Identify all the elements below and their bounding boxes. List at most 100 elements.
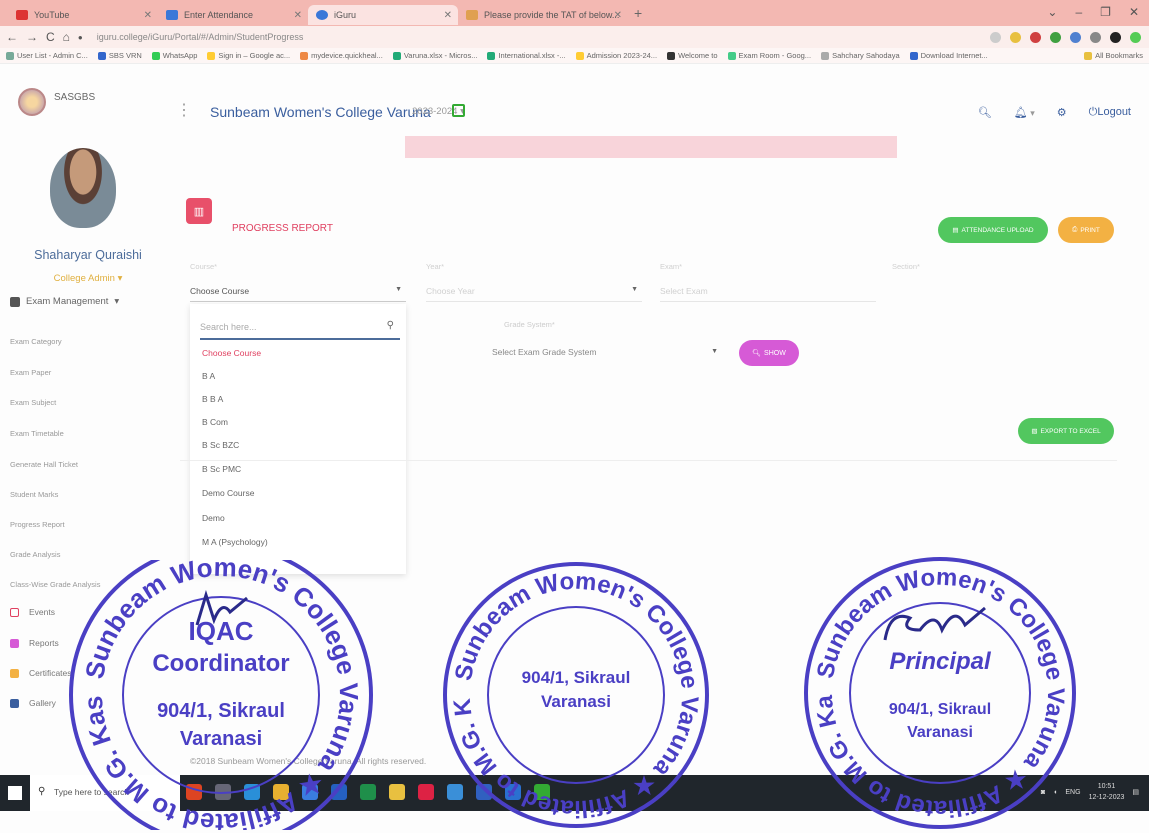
chrome-icon[interactable] <box>389 784 405 800</box>
exam-label: Exam* <box>660 262 683 271</box>
menu-toggle-icon[interactable]: ⋮ <box>176 100 192 120</box>
close-icon[interactable]: ✕ <box>614 10 622 21</box>
sidebar-item-gallery[interactable]: Gallery <box>10 698 56 708</box>
share-icon[interactable] <box>990 31 1001 43</box>
save-icon[interactable] <box>452 104 465 117</box>
clock[interactable]: 10:51 12-12-2023 <box>1089 781 1125 803</box>
bookmark-icon <box>909 51 918 60</box>
sidebar-item-exam-subject[interactable]: Exam Subject <box>10 398 56 407</box>
user-role[interactable]: College Admin ▾ <box>0 273 176 284</box>
chart-icon: ▥ <box>186 198 212 224</box>
close-icon[interactable]: ✕ <box>144 10 152 21</box>
course-select[interactable]: Choose Course ▼ <box>190 280 406 302</box>
home-icon[interactable]: ⌂ <box>63 30 70 44</box>
browser-tab-youtube[interactable]: YouTube ✕ <box>8 5 158 25</box>
course-option[interactable]: B Com <box>202 417 228 427</box>
year-label: Year* <box>426 262 445 271</box>
bookmark[interactable]: SBS VRN <box>97 51 142 60</box>
browser-tab-attendance[interactable]: Enter Attendance ✕ <box>158 5 308 25</box>
bookmark[interactable]: WhatsApp <box>151 51 197 60</box>
star-icon[interactable] <box>1010 31 1021 43</box>
search-icon[interactable]: 🔍︎ <box>978 106 992 119</box>
sidebar-item-reports[interactable]: Reports <box>10 638 59 648</box>
close-icon[interactable]: ✕ <box>444 10 452 21</box>
bookmark[interactable]: User List - Admin C... <box>6 51 88 60</box>
year-select[interactable]: Choose Year ▼ <box>426 280 642 302</box>
reload-icon[interactable]: C <box>46 30 55 44</box>
extension-icon[interactable] <box>1050 31 1061 43</box>
logout-button[interactable]: ⏻Logout <box>1089 106 1131 119</box>
stamp-line: Varanasi <box>907 724 973 741</box>
file-icon: ▤ <box>952 227 959 234</box>
sidebar-item-grade-analysis[interactable]: Grade Analysis <box>10 550 60 559</box>
browser-tab-iguru[interactable]: iGuru ✕ <box>308 5 458 25</box>
settings-gear-icon[interactable]: ⚙ <box>1057 106 1067 119</box>
principal-stamp: Sunbeam Women's College Varuna ★ Affilia… <box>800 556 1080 830</box>
bookmark[interactable]: Download Internet... <box>909 51 988 60</box>
url-field[interactable]: iguru.college/iGuru/Portal/#/Admin/Stude… <box>97 32 304 42</box>
user-name: Shaharyar Quraishi <box>34 248 142 262</box>
iguru-icon <box>316 10 328 20</box>
sidebar-item-student-marks[interactable]: Student Marks <box>10 490 58 499</box>
bookmark[interactable]: Varuna.xlsx - Micros... <box>392 51 477 60</box>
stamp-line: Varanasi <box>541 692 611 711</box>
exam-icon <box>10 296 20 307</box>
sidebar-item-exam-timetable[interactable]: Exam Timetable <box>10 429 64 438</box>
course-option[interactable]: Demo <box>202 513 225 523</box>
sidebar-item-exam-paper[interactable]: Exam Paper <box>10 368 51 377</box>
powerpoint-icon[interactable] <box>418 784 434 800</box>
extension-icon[interactable] <box>1070 31 1081 43</box>
bookmark-icon <box>97 51 106 60</box>
menu-exam-management[interactable]: Exam Management ▾ <box>10 296 119 307</box>
course-option[interactable]: Demo Course <box>202 488 254 498</box>
bookmark[interactable]: Exam Room - Goog... <box>727 51 811 60</box>
chevron-down-icon: ▾ <box>117 273 123 284</box>
bookmark[interactable]: Sahchary Sahodaya <box>821 51 900 60</box>
show-button[interactable]: 🔍︎ SHOW <box>739 340 799 366</box>
exam-select[interactable]: Select Exam <box>660 280 876 302</box>
extension-icon[interactable] <box>1030 31 1041 43</box>
whatsapp-icon <box>151 51 160 60</box>
course-option[interactable]: B A <box>202 371 215 381</box>
bookmark[interactable]: International.xlsx -... <box>487 51 566 60</box>
notification-bell-icon[interactable]: 🔔︎ ▾ <box>1014 106 1035 119</box>
course-option[interactable]: Choose Course <box>202 348 261 358</box>
avatar <box>50 148 116 228</box>
all-bookmarks[interactable]: All Bookmarks <box>1080 51 1143 60</box>
export-to-excel-button[interactable]: ▧ EXPORT TO EXCEL <box>1018 418 1114 444</box>
printer-icon: ⎙ <box>1072 226 1078 233</box>
grade-system-select[interactable]: Select Exam Grade System ▼ <box>490 340 722 362</box>
bookmark[interactable]: Sign in – Google ac... <box>207 51 290 60</box>
close-window-icon[interactable]: ✕ <box>1129 5 1139 19</box>
forward-icon[interactable]: → <box>26 30 38 44</box>
puzzle-icon[interactable] <box>1090 31 1101 43</box>
bookmark[interactable]: mydevice.quickheal... <box>300 51 383 60</box>
grade-system-label: Grade System* <box>504 320 555 329</box>
course-option[interactable]: M A (Psychology) <box>202 537 268 547</box>
bookmark[interactable]: Admission 2023-24... <box>575 51 657 60</box>
course-option[interactable]: B B A <box>202 394 223 404</box>
tab-label: YouTube <box>34 10 70 20</box>
course-search-input[interactable]: Search here... ⚲ <box>200 314 400 340</box>
chevron-down-icon[interactable]: ⌄ <box>1047 5 1057 19</box>
course-option[interactable]: B Sc PMC <box>202 464 241 474</box>
sidebar-item-exam-category[interactable]: Exam Category <box>10 337 62 346</box>
update-icon[interactable] <box>1130 31 1141 43</box>
course-option[interactable]: B Sc BZC <box>202 440 239 450</box>
sidebar-item-hall-ticket[interactable]: Generate Hall Ticket <box>10 460 78 469</box>
windows-start-icon[interactable] <box>8 786 22 800</box>
attendance-upload-button[interactable]: ▤ ATTENDANCE UPLOAD <box>938 217 1048 243</box>
maximize-icon[interactable]: ❐ <box>1100 5 1111 19</box>
minimize-icon[interactable]: – <box>1075 5 1082 19</box>
browser-tab-mail[interactable]: Please provide the TAT of below... ✕ <box>458 5 628 25</box>
bookmark[interactable]: Welcome to <box>667 51 718 60</box>
sidebar-item-events[interactable]: Events <box>10 607 55 617</box>
new-tab-button[interactable]: + <box>634 5 642 21</box>
back-icon[interactable]: ← <box>6 30 18 44</box>
print-button[interactable]: ⎙ PRINT <box>1058 217 1114 243</box>
notification-icon[interactable]: ▤ <box>1132 788 1139 796</box>
profile-icon[interactable] <box>1110 31 1121 43</box>
calendar-icon <box>10 607 19 617</box>
close-icon[interactable]: ✕ <box>294 10 302 21</box>
sidebar-item-progress-report[interactable]: Progress Report <box>10 520 65 529</box>
